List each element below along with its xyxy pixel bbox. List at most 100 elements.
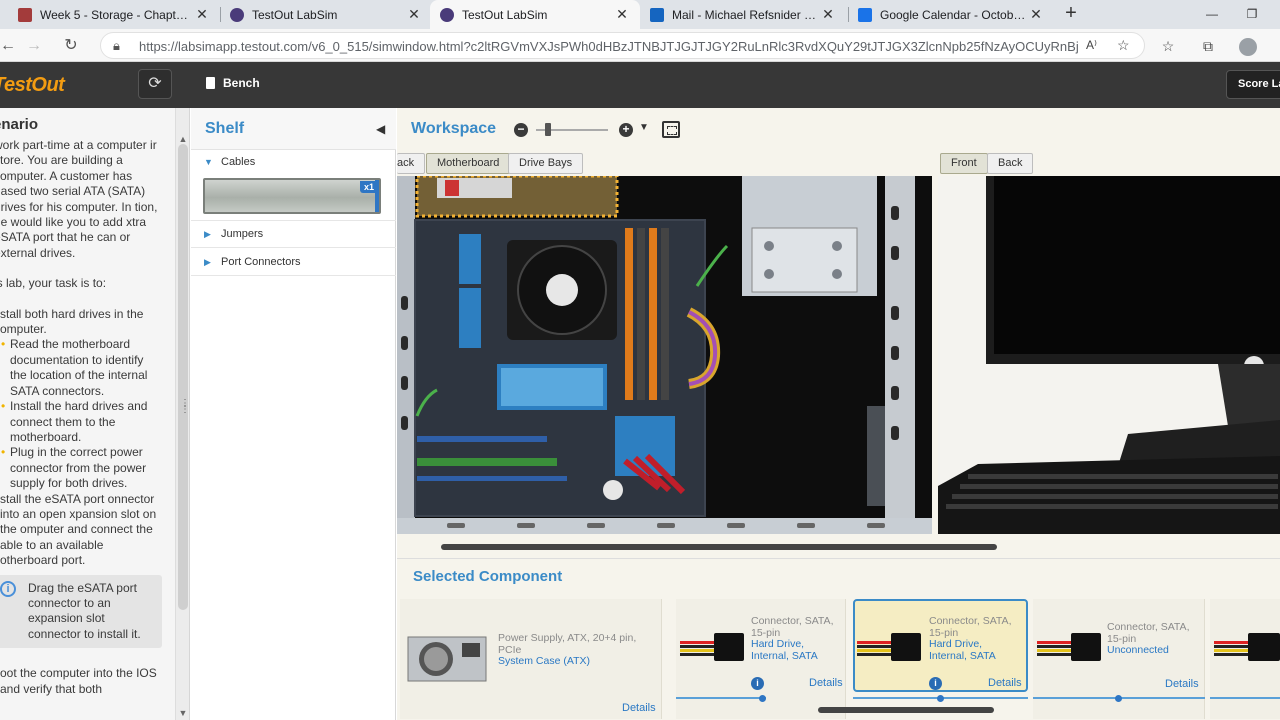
read-aloud-icon[interactable]: A⁾ bbox=[1086, 38, 1097, 52]
browser-tab-5[interactable]: Google Calendar - October 2022 ✕ bbox=[848, 0, 1054, 29]
sata-connector-image bbox=[680, 633, 744, 661]
browser-tab-2[interactable]: TestOut LabSim ✕ bbox=[220, 0, 432, 29]
component-description: Connector, SATA, 15-pin Unconnected bbox=[1107, 621, 1199, 657]
scenario-scrollbar[interactable]: ▲ ⋮ ⋮ ▼ bbox=[176, 108, 190, 720]
zoom-slider-thumb[interactable] bbox=[545, 123, 551, 136]
scenario-panel: enario work part-time at a computer ir s… bbox=[0, 108, 176, 720]
lock-icon: 🔒︎ bbox=[113, 38, 120, 53]
browser-address-bar: ← → ↻ 🔒︎ https://labsimapp.testout.com/v… bbox=[0, 29, 1280, 62]
scroll-thumb[interactable] bbox=[178, 144, 188, 610]
favorite-add-icon[interactable]: ☆ bbox=[1117, 37, 1130, 54]
tab-favicon-icon bbox=[230, 7, 244, 22]
component-card-sata-connector-unconnected[interactable]: Connector, SATA, 15-pin Unconnected Deta… bbox=[1033, 599, 1205, 719]
collapsed-triangle-icon: ▶ bbox=[204, 256, 211, 267]
component-name: Connector, SATA, 15-pin bbox=[1107, 621, 1190, 645]
back-arrow-icon[interactable]: ← bbox=[0, 34, 20, 58]
connection-line bbox=[676, 697, 766, 699]
connection-line bbox=[1210, 697, 1280, 699]
view-drive-bays-button[interactable]: Drive Bays bbox=[508, 153, 584, 174]
score-lab-button[interactable]: Score La bbox=[1226, 70, 1280, 99]
tab-favicon-icon bbox=[18, 7, 32, 22]
view-back-button[interactable]: ack bbox=[397, 153, 426, 174]
shelf-category-jumpers[interactable]: ▶ Jumpers bbox=[191, 221, 396, 248]
info-icon[interactable]: i bbox=[929, 677, 942, 690]
close-tab-icon[interactable]: ✕ bbox=[614, 6, 630, 23]
url-field[interactable]: 🔒︎ https://labsimapp.testout.com/v6_0_51… bbox=[100, 32, 1145, 59]
zoom-in-icon[interactable]: + bbox=[619, 123, 633, 137]
task-item-3: oot the computer into the IOS and verify… bbox=[0, 666, 157, 696]
view-rear-button[interactable]: Back bbox=[987, 153, 1034, 174]
browser-tab-strip: Week 5 - Storage - Chapter 5 – 2 ✕ TestO… bbox=[0, 0, 1280, 29]
computer-case-view[interactable] bbox=[397, 176, 932, 534]
close-tab-icon[interactable]: ✕ bbox=[1028, 6, 1044, 23]
component-description: Power Supply, ATX, 20+4 pin, PCIe System… bbox=[498, 632, 648, 668]
scroll-down-icon[interactable]: ▼ bbox=[176, 706, 190, 720]
front-view[interactable] bbox=[938, 176, 1280, 534]
close-tab-icon[interactable]: ✕ bbox=[820, 6, 836, 23]
bench-icon bbox=[206, 77, 215, 89]
fit-to-screen-icon[interactable] bbox=[662, 121, 680, 138]
esata-cable-item[interactable]: x1 bbox=[203, 178, 381, 214]
zoom-dropdown-icon[interactable]: ▼ bbox=[639, 122, 649, 133]
category-label: Port Connectors bbox=[221, 256, 301, 268]
tab-title: Google Calendar - October 2022 bbox=[880, 7, 1028, 22]
category-label: Jumpers bbox=[221, 228, 264, 240]
component-description: Connector, SATA, 15-pin Hard Drive, Inte… bbox=[929, 615, 1019, 662]
scenario-heading: enario bbox=[0, 116, 39, 133]
reload-icon[interactable]: ↻ bbox=[59, 34, 83, 58]
component-card-partial[interactable] bbox=[1210, 599, 1280, 719]
components-horizontal-scrollbar[interactable] bbox=[818, 707, 994, 713]
quantity-badge: x1 bbox=[359, 181, 378, 193]
refresh-button[interactable]: ⟳ bbox=[138, 69, 172, 99]
view-front-button[interactable]: Front bbox=[940, 153, 988, 174]
task-item-1: stall both hard drives in the omputer. bbox=[0, 306, 144, 337]
browser-tab-4[interactable]: Mail - Michael Refsnider - Outlo ✕ bbox=[640, 0, 846, 29]
new-tab-icon[interactable]: + bbox=[1060, 3, 1082, 25]
zoom-out-icon[interactable]: − bbox=[514, 123, 528, 137]
component-card-power-supply[interactable]: Power Supply, ATX, 20+4 pin, PCIe System… bbox=[400, 599, 662, 719]
profile-avatar-icon[interactable] bbox=[1236, 34, 1260, 58]
component-card-sata-connector[interactable]: Connector, SATA, 15-pin Hard Drive, Inte… bbox=[676, 599, 846, 719]
connection-dot bbox=[759, 695, 766, 702]
shelf-category-port-connectors[interactable]: ▶ Port Connectors bbox=[191, 249, 396, 276]
workspace-panel: Workspace − + ▼ ack Motherboard Drive Ba… bbox=[397, 108, 1280, 558]
hint-box: i Drag the eSATA port connector to an ex… bbox=[0, 574, 162, 649]
favorites-icon[interactable]: ☆ bbox=[1156, 34, 1180, 58]
maximize-icon[interactable]: ❐ bbox=[1232, 0, 1272, 29]
splitter-grip-icon[interactable]: ⋮ ⋮ bbox=[180, 399, 190, 415]
component-description: Connector, SATA, 15-pin Hard Drive, Inte… bbox=[751, 615, 839, 662]
tab-title: TestOut LabSim bbox=[462, 7, 548, 22]
hint-text: Drag the eSATA port connector to an expa… bbox=[28, 580, 141, 641]
component-name: Power Supply, ATX, 20+4 pin, PCIe bbox=[498, 632, 637, 656]
workspace-horizontal-scrollbar[interactable] bbox=[441, 544, 997, 550]
sata-connector-image bbox=[1214, 633, 1280, 661]
details-link[interactable]: Details bbox=[622, 702, 656, 714]
forward-arrow-icon[interactable]: → bbox=[22, 34, 46, 58]
details-link[interactable]: Details bbox=[988, 677, 1022, 689]
component-location: Hard Drive, Internal, SATA bbox=[929, 638, 996, 662]
info-icon: i bbox=[0, 580, 16, 597]
lab-header: TestOut ⟳ Bench Score La bbox=[0, 62, 1280, 108]
view-motherboard-button[interactable]: Motherboard bbox=[426, 153, 511, 174]
collapse-shelf-icon[interactable]: ◀ bbox=[376, 122, 385, 136]
shelf-panel: Shelf ◀ ▼ Cables x1 ▶ Jumpers ▶ Port Con… bbox=[191, 108, 396, 720]
info-icon[interactable]: i bbox=[751, 677, 764, 690]
close-tab-icon[interactable]: ✕ bbox=[406, 6, 422, 23]
bench-button[interactable]: Bench bbox=[206, 76, 260, 90]
minimize-icon[interactable]: — bbox=[1192, 0, 1232, 29]
browser-tab-1[interactable]: Week 5 - Storage - Chapter 5 – 2 ✕ bbox=[8, 0, 220, 29]
details-link[interactable]: Details bbox=[1165, 678, 1199, 690]
component-location: System Case (ATX) bbox=[498, 655, 590, 667]
task-subitem: Read the motherboard documentation to id… bbox=[0, 337, 162, 399]
collections-icon[interactable]: ⧉ bbox=[1196, 34, 1220, 58]
component-name: Connector, SATA, 15-pin bbox=[751, 615, 834, 639]
tab-title: Week 5 - Storage - Chapter 5 – 2 bbox=[40, 7, 194, 22]
shelf-category-cables[interactable]: ▼ Cables bbox=[191, 148, 396, 175]
details-link[interactable]: Details bbox=[809, 677, 843, 689]
component-card-sata-connector-selected[interactable]: Connector, SATA, 15-pin Hard Drive, Inte… bbox=[853, 599, 1028, 692]
refresh-icon: ⟳ bbox=[148, 75, 162, 92]
url-text: https://labsimapp.testout.com/v6_0_515/s… bbox=[139, 39, 1079, 54]
browser-tab-3-active[interactable]: TestOut LabSim ✕ bbox=[430, 0, 640, 29]
close-tab-icon[interactable]: ✕ bbox=[194, 6, 210, 23]
workspace-title: Workspace bbox=[411, 120, 497, 137]
